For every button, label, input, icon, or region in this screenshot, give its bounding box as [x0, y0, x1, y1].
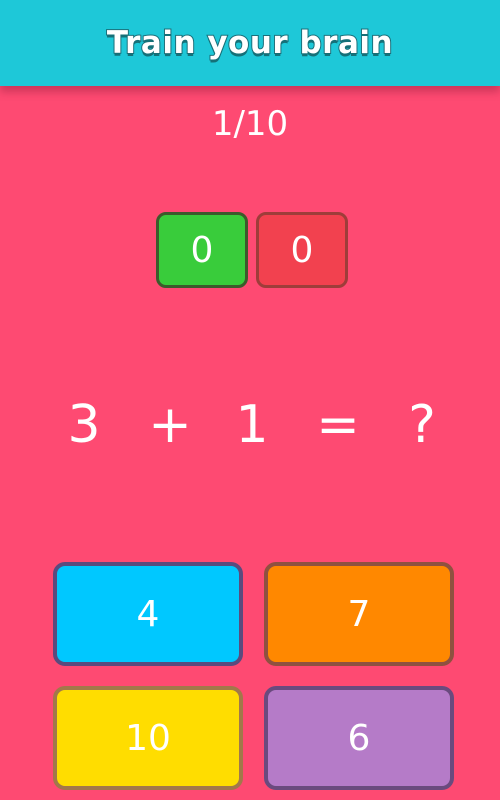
app-title: Train your brain	[106, 24, 394, 62]
answer-button-1[interactable]: 4	[53, 562, 243, 666]
question-progress: 1/10	[211, 104, 289, 144]
math-question: 3 + 1 = ?	[0, 395, 500, 465]
header-bar: Train your brain	[0, 0, 500, 86]
wrong-score-counter: 0	[256, 212, 348, 288]
operator: +	[148, 395, 192, 455]
unknown-result: ?	[408, 395, 436, 455]
right-operand: 1	[235, 395, 269, 455]
correct-score-counter: 0	[156, 212, 248, 288]
left-operand: 3	[67, 395, 101, 455]
answer-button-2[interactable]: 7	[264, 562, 454, 666]
equals-sign: =	[316, 395, 360, 455]
answer-button-3[interactable]: 10	[53, 686, 243, 790]
answer-button-4[interactable]: 6	[264, 686, 454, 790]
